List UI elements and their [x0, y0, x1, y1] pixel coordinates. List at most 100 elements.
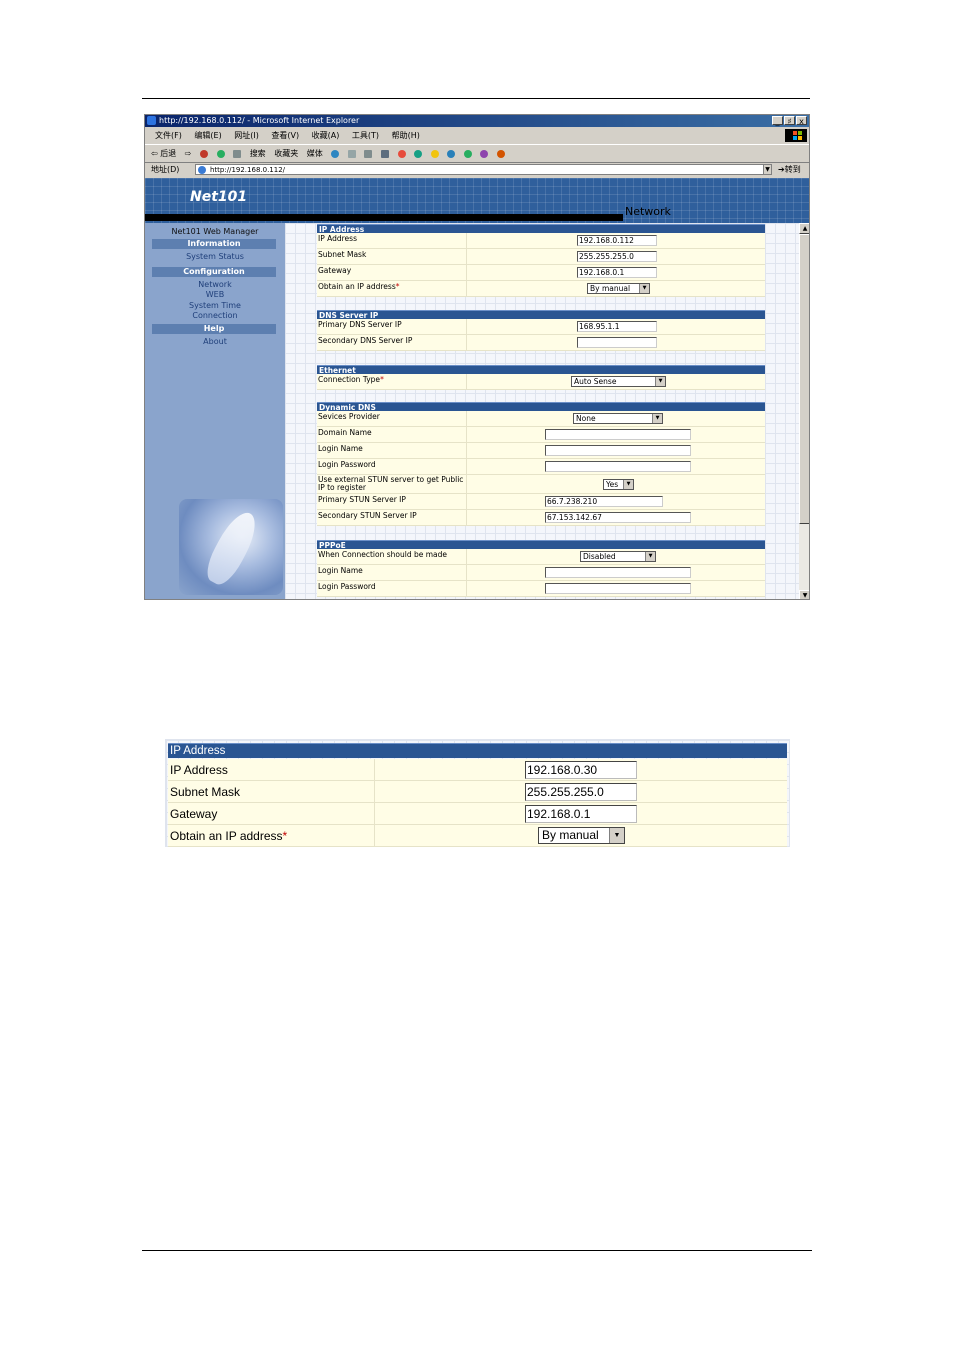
- detail-subnet-mask-input[interactable]: 255.255.255.0: [525, 783, 637, 801]
- sidebar-item-connection[interactable]: Connection: [145, 311, 285, 321]
- detail-obtain-ip-select[interactable]: By manual ▼: [538, 827, 625, 844]
- when-connection-label: When Connection should be made: [318, 550, 448, 559]
- home-icon[interactable]: [233, 149, 242, 158]
- edit-icon[interactable]: [380, 149, 389, 158]
- sidebar-item-network[interactable]: Network: [145, 280, 285, 290]
- address-dropdown-icon[interactable]: ▼: [763, 164, 772, 175]
- secondary-stun-input[interactable]: 67.153.142.67: [545, 512, 691, 523]
- menu-tools[interactable]: 工具(T): [352, 131, 379, 140]
- row-gateway: Gateway 192.168.0.1: [317, 265, 765, 281]
- gateway-label: Gateway: [318, 266, 352, 275]
- sidebar-item-about[interactable]: About: [145, 337, 285, 347]
- vertical-scrollbar[interactable]: ▲ ▼: [799, 223, 809, 599]
- row-ddns-login-name: Login Name: [317, 443, 765, 459]
- sidebar-head-help: Help: [152, 324, 276, 334]
- pppoe-login-name-label: Login Name: [318, 566, 363, 575]
- plugin-icon-2[interactable]: [430, 149, 439, 158]
- obtain-ip-label: Obtain an IP address*: [318, 282, 400, 291]
- detail-row-obtain-ip: Obtain an IP address* By manual ▼: [168, 825, 787, 847]
- gateway-input[interactable]: 192.168.0.1: [577, 267, 657, 278]
- ip-address-label: IP Address: [318, 234, 357, 243]
- row-pppoe-login-name: Login Name: [317, 565, 765, 581]
- subnet-mask-input[interactable]: 255.255.255.0: [577, 251, 657, 262]
- menu-help[interactable]: 帮助(H): [392, 131, 420, 140]
- scroll-thumb[interactable]: [799, 234, 809, 524]
- sidebar-item-web[interactable]: WEB: [145, 290, 285, 300]
- row-obtain-ip: Obtain an IP address* By manual ▼: [317, 281, 765, 297]
- ie-icon: [147, 116, 156, 125]
- domain-name-input[interactable]: [545, 429, 691, 440]
- detail-ip-address-input[interactable]: 192.168.0.30: [525, 761, 637, 779]
- refresh-icon[interactable]: [216, 149, 225, 158]
- ip-address-detail: IP Address IP Address 192.168.0.30 Subne…: [165, 739, 790, 847]
- row-ddns-login-password: Login Password: [317, 459, 765, 475]
- go-button[interactable]: ➔转到: [778, 162, 801, 177]
- scroll-down-icon[interactable]: ▼: [799, 590, 809, 599]
- row-subnet-mask: Subnet Mask 255.255.255.0: [317, 249, 765, 265]
- favorites-button[interactable]: 收藏夹: [274, 149, 298, 158]
- banner-bar: [145, 214, 623, 221]
- address-field[interactable]: http://192.168.0.112/: [195, 164, 769, 175]
- domain-name-label: Domain Name: [318, 428, 372, 437]
- plugin-icon-1[interactable]: [414, 149, 423, 158]
- mail-icon[interactable]: [347, 149, 356, 158]
- detail-gateway-label: Gateway: [170, 807, 218, 821]
- detail-gateway-input[interactable]: 192.168.0.1: [525, 805, 637, 823]
- address-label: 地址(D): [151, 165, 180, 174]
- back-button[interactable]: ⇦ 后退: [151, 149, 176, 158]
- history-icon[interactable]: [331, 149, 340, 158]
- close-button[interactable]: x: [796, 116, 807, 126]
- row-secondary-stun: Secondary STUN Server IP 67.153.142.67: [317, 510, 765, 526]
- obtain-ip-select[interactable]: By manual ▼: [587, 283, 650, 294]
- section-dns-server: DNS Server IP: [317, 310, 765, 320]
- plugin-icon-3[interactable]: [447, 149, 456, 158]
- pppoe-login-password-input[interactable]: [545, 583, 691, 594]
- plugin-icon-4[interactable]: [463, 149, 472, 158]
- menu-favorites[interactable]: 收藏(A): [312, 131, 340, 140]
- use-stun-select[interactable]: Yes ▼: [603, 479, 634, 490]
- primary-stun-input[interactable]: 66.7.238.210: [545, 496, 663, 507]
- menu-web[interactable]: 网址(I): [234, 131, 259, 140]
- connection-type-select[interactable]: Auto Sense ▼: [571, 376, 666, 387]
- maximize-button[interactable]: ♯: [784, 116, 795, 126]
- detail-obtain-ip-label: Obtain an IP address*: [170, 829, 288, 843]
- sidebar-item-system-status[interactable]: System Status: [145, 252, 285, 262]
- section-ethernet: Ethernet: [317, 365, 765, 375]
- detail-row-ip-address: IP Address 192.168.0.30: [168, 759, 787, 781]
- media-button[interactable]: 媒体: [307, 149, 323, 158]
- row-connection-type: Connection Type* Auto Sense ▼: [317, 374, 765, 390]
- row-primary-dns: Primary DNS Server IP 168.95.1.1: [317, 319, 765, 335]
- forward-icon[interactable]: ⇨: [185, 149, 192, 158]
- sidebar-head-information: Information: [152, 239, 276, 249]
- ddns-login-name-label: Login Name: [318, 444, 363, 453]
- row-domain-name: Domain Name: [317, 427, 765, 443]
- menu-file[interactable]: 文件(F): [155, 131, 182, 140]
- search-button[interactable]: 搜索: [250, 149, 266, 158]
- scroll-up-icon[interactable]: ▲: [799, 223, 809, 234]
- secondary-dns-input[interactable]: [577, 337, 657, 348]
- when-connection-select[interactable]: Disabled ▼: [580, 551, 656, 562]
- messenger-icon[interactable]: [397, 149, 406, 158]
- browser-window: http://192.168.0.112/ - Microsoft Intern…: [144, 114, 810, 600]
- sidebar-item-system-time[interactable]: System Time: [145, 301, 285, 311]
- pppoe-login-name-input[interactable]: [545, 567, 691, 578]
- stop-icon[interactable]: [200, 149, 209, 158]
- top-rule: [142, 98, 810, 99]
- menu-edit[interactable]: 编辑(E): [194, 131, 221, 140]
- minimize-button[interactable]: _: [772, 116, 783, 126]
- row-pppoe-login-password: Login Password: [317, 581, 765, 597]
- subnet-mask-label: Subnet Mask: [318, 250, 367, 259]
- ddns-login-password-input[interactable]: [545, 461, 691, 472]
- print-icon[interactable]: [364, 149, 373, 158]
- page-icon: [198, 166, 206, 174]
- plugin-icon-5[interactable]: [480, 149, 489, 158]
- primary-dns-input[interactable]: 168.95.1.1: [577, 321, 657, 332]
- chevron-down-icon: ▼: [639, 284, 649, 293]
- ddns-login-name-input[interactable]: [545, 445, 691, 456]
- sidebar: Net101 Web Manager Information System St…: [145, 223, 285, 599]
- plugin-icon-6[interactable]: [496, 149, 505, 158]
- menu-view[interactable]: 查看(V): [271, 131, 299, 140]
- detail-row-gateway: Gateway 192.168.0.1: [168, 803, 787, 825]
- services-provider-select[interactable]: None ▼: [573, 413, 663, 424]
- ip-address-input[interactable]: 192.168.0.112: [577, 235, 657, 246]
